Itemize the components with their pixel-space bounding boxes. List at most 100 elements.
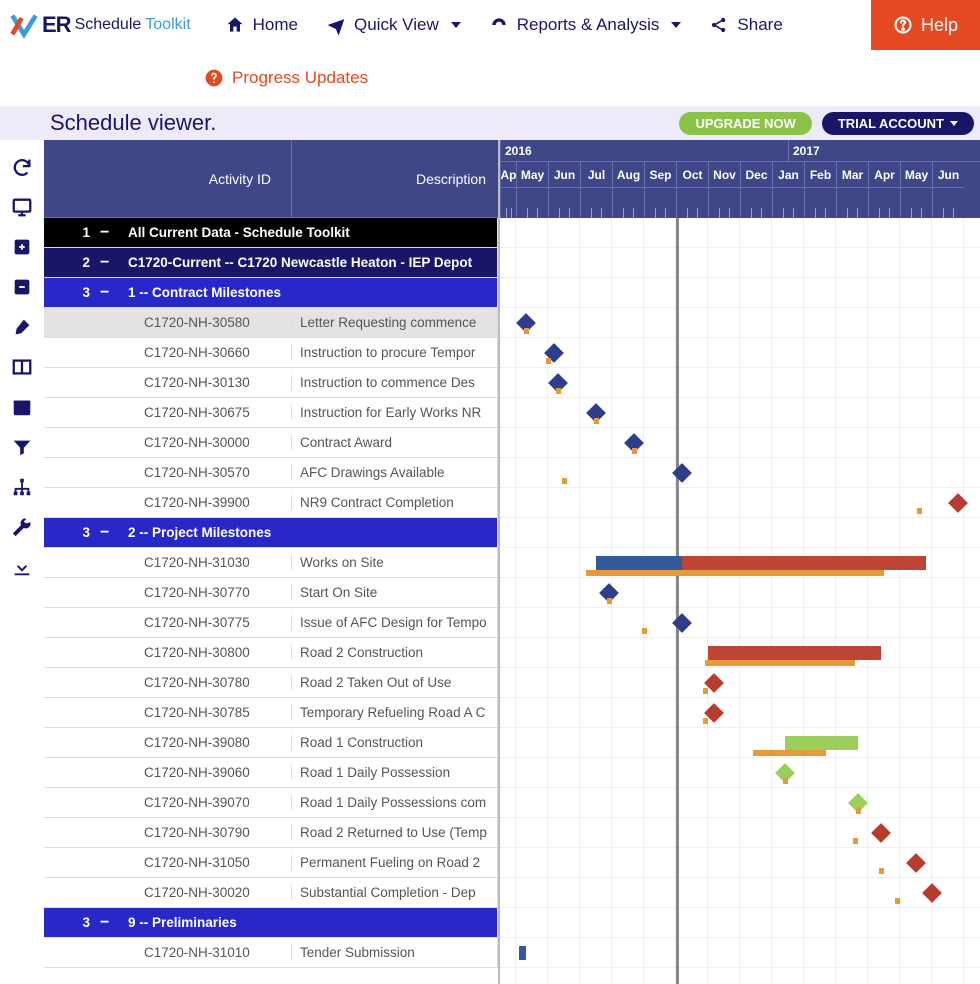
logo[interactable]: ER ScheduleToolkit [0, 11, 201, 39]
nav-home[interactable]: Home [225, 15, 298, 35]
timeline-header: 2016 2017 Ap May Jun Jul Aug Sep Oct Nov… [500, 140, 980, 218]
upgrade-button[interactable]: UPGRADE NOW [679, 112, 811, 135]
trial-label: TRIAL ACCOUNT [838, 116, 944, 131]
gantt-bar[interactable] [596, 556, 682, 570]
collapse-toggle[interactable]: − [100, 524, 128, 542]
activity-desc: Works on Site [292, 555, 497, 570]
group-row[interactable]: 3 − 9 -- Preliminaries [44, 908, 498, 938]
collapse-toggle[interactable]: − [100, 284, 128, 302]
trial-account-dropdown[interactable]: TRIAL ACCOUNT [822, 112, 974, 135]
table-row[interactable]: C1720-NH-39070Road 1 Daily Possessions c… [44, 788, 498, 818]
gantt-bar[interactable] [753, 750, 827, 756]
table-row[interactable]: C1720-NH-39080Road 1 Construction [44, 728, 498, 758]
table-row[interactable]: C1720-NH-30780Road 2 Taken Out of Use [44, 668, 498, 698]
gantt-baseline-tick [895, 898, 900, 904]
group-row[interactable]: 2 − C1720-Current -- C1720 Newcastle Hea… [44, 248, 498, 278]
help-button[interactable]: Help [871, 0, 980, 50]
month-cell: Nov [708, 162, 740, 188]
col-description[interactable]: Description [292, 140, 498, 218]
table-row[interactable]: C1720-NH-30675Instruction for Early Work… [44, 398, 498, 428]
activity-desc: Road 2 Construction [292, 645, 497, 660]
gantt-bar[interactable] [785, 736, 859, 750]
group-level: 1 [44, 225, 100, 240]
monitor-icon[interactable] [11, 196, 33, 218]
table-row[interactable]: C1720-NH-31010Tender Submission [44, 938, 498, 968]
table-row[interactable]: C1720-NH-31050Permanent Fueling on Road … [44, 848, 498, 878]
activity-id: C1720-NH-39080 [44, 735, 292, 750]
month-cell: Ap [500, 162, 516, 188]
activity-id: C1720-NH-30675 [44, 405, 292, 420]
activity-desc: Road 2 Returned to Use (Temp [292, 825, 497, 840]
month-cell: May [900, 162, 932, 188]
activity-desc: Start On Site [292, 585, 497, 600]
logo-icon [10, 11, 38, 39]
download-icon[interactable] [11, 556, 33, 578]
nav-progress-updates[interactable]: Progress Updates [0, 50, 980, 106]
table-row[interactable]: C1720-NH-39900NR9 Contract Completion [44, 488, 498, 518]
collapse-toggle[interactable]: − [100, 224, 128, 242]
nav-share[interactable]: Share [709, 15, 782, 35]
month-cell: Jan [772, 162, 804, 188]
group-label: 2 -- Project Milestones [128, 525, 497, 540]
main: Activity ID Description 1 − All Current … [0, 140, 980, 984]
calendar-icon[interactable] [11, 396, 33, 418]
group-row[interactable]: 1 − All Current Data - Schedule Toolkit [44, 218, 498, 248]
table-row[interactable]: C1720-NH-31030Works on Site [44, 548, 498, 578]
activity-id: C1720-NH-30020 [44, 885, 292, 900]
year-2017: 2017 [788, 140, 980, 162]
table-row[interactable]: C1720-NH-30020Substantial Completion - D… [44, 878, 498, 908]
group-row[interactable]: 3 − 1 -- Contract Milestones [44, 278, 498, 308]
gantt-bar[interactable] [682, 556, 925, 570]
gantt-bar[interactable] [586, 570, 884, 576]
collapse-toggle[interactable]: − [100, 254, 128, 272]
table-row[interactable]: C1720-NH-30000Contract Award [44, 428, 498, 458]
gantt-body[interactable] [500, 218, 980, 984]
activity-desc: Substantial Completion - Dep [292, 885, 497, 900]
col-activity-id[interactable]: Activity ID [44, 140, 292, 218]
gantt-bar[interactable] [519, 946, 525, 960]
gantt-baseline-tick [546, 358, 551, 364]
page-title: Schedule viewer. [6, 110, 679, 136]
table-row[interactable]: C1720-NH-30800Road 2 Construction [44, 638, 498, 668]
month-cell: Apr [868, 162, 900, 188]
refresh-icon[interactable] [11, 156, 33, 178]
table-row[interactable]: C1720-NH-30580Letter Requesting commence [44, 308, 498, 338]
table-row[interactable]: C1720-NH-30130Instruction to commence De… [44, 368, 498, 398]
activity-desc: AFC Drawings Available [292, 465, 497, 480]
expand-icon[interactable] [11, 236, 33, 258]
columns-icon[interactable] [11, 356, 33, 378]
activity-id: C1720-NH-30660 [44, 345, 292, 360]
table-row[interactable]: C1720-NH-39060Road 1 Daily Possession [44, 758, 498, 788]
gantt-baseline-tick [879, 868, 884, 874]
gantt-bar[interactable] [705, 660, 855, 666]
table-row[interactable]: C1720-NH-30660Instruction to procure Tem… [44, 338, 498, 368]
gantt-bar[interactable] [708, 646, 881, 660]
timeline-years: 2016 2017 [500, 140, 980, 162]
month-cell: Oct [676, 162, 708, 188]
help-icon [893, 15, 913, 35]
wrench-icon[interactable] [11, 516, 33, 538]
table-row[interactable]: C1720-NH-30790Road 2 Returned to Use (Te… [44, 818, 498, 848]
gantt-baseline-tick [562, 478, 567, 484]
table-row[interactable]: C1720-NH-30785Temporary Refueling Road A… [44, 698, 498, 728]
nav-reports[interactable]: Reports & Analysis [489, 15, 682, 35]
collapse-toggle[interactable]: − [100, 914, 128, 932]
nav-quick-view[interactable]: Quick View [326, 15, 461, 35]
group-row[interactable]: 3 − 2 -- Project Milestones [44, 518, 498, 548]
activity-desc: Road 2 Taken Out of Use [292, 675, 497, 690]
collapse-icon[interactable] [11, 276, 33, 298]
brush-icon[interactable] [11, 316, 33, 338]
hierarchy-icon[interactable] [11, 476, 33, 498]
table-row[interactable]: C1720-NH-30570AFC Drawings Available [44, 458, 498, 488]
activity-desc: Letter Requesting commence [292, 315, 497, 330]
group-label: 9 -- Preliminaries [128, 915, 497, 930]
table-row[interactable]: C1720-NH-30770Start On Site [44, 578, 498, 608]
filter-icon[interactable] [11, 436, 33, 458]
top-nav: ER ScheduleToolkit Home Quick View Repor… [0, 0, 980, 50]
activity-desc: Tender Submission [292, 945, 497, 960]
gantt-pane[interactable]: 2016 2017 Ap May Jun Jul Aug Sep Oct Nov… [500, 140, 980, 984]
activity-id: C1720-NH-30580 [44, 315, 292, 330]
group-level: 3 [44, 915, 100, 930]
table-row[interactable]: C1720-NH-30775Issue of AFC Design for Te… [44, 608, 498, 638]
activity-desc: Contract Award [292, 435, 497, 450]
